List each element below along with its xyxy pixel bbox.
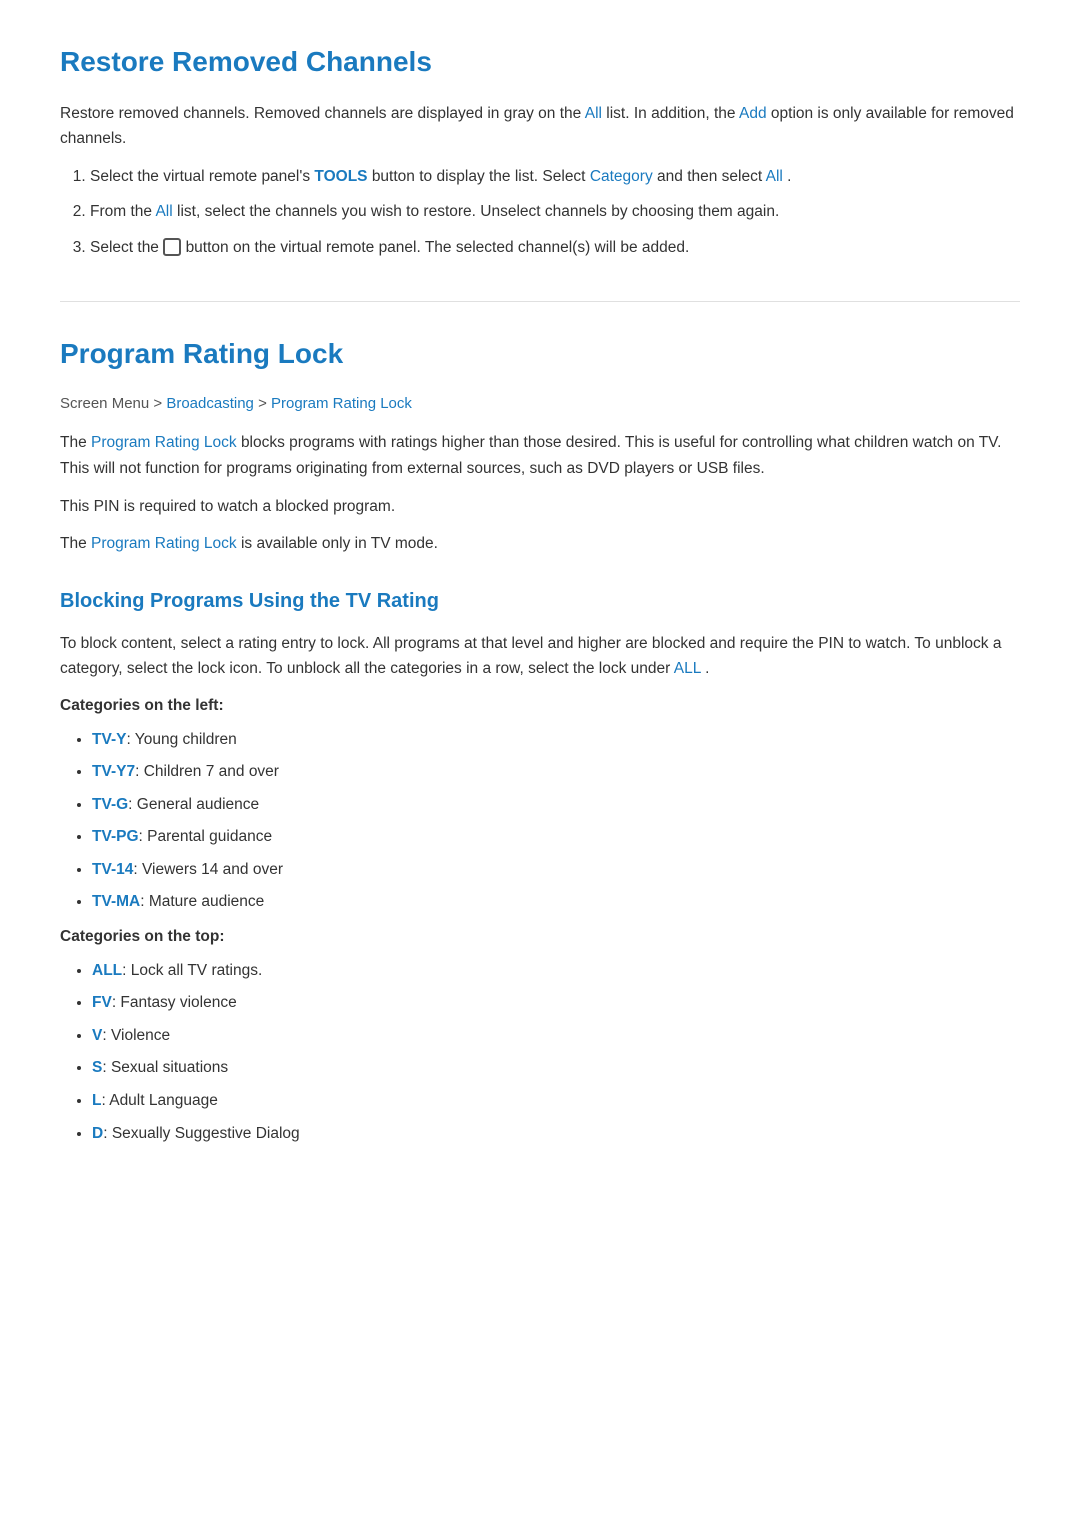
subsection-blocking: Blocking Programs Using the TV Rating To… — [60, 585, 1020, 1146]
section-program-rating-lock: Program Rating Lock Screen Menu > Broadc… — [60, 332, 1020, 1147]
section1-title: Restore Removed Channels — [60, 40, 1020, 85]
list-item: D: Sexually Suggestive Dialog — [92, 1121, 1020, 1147]
categories-left-list: TV-Y: Young children TV-Y7: Children 7 an… — [92, 727, 1020, 915]
subsection-para1: To block content, select a rating entry … — [60, 631, 1020, 682]
list-item: TV-14: Viewers 14 and over — [92, 857, 1020, 883]
list-item: TV-MA: Mature audience — [92, 889, 1020, 915]
section-divider — [60, 301, 1020, 302]
categories-top-list: ALL: Lock all TV ratings. FV: Fantasy vio… — [92, 958, 1020, 1146]
section2-title: Program Rating Lock — [60, 332, 1020, 377]
categories-left-label: Categories on the left: — [60, 694, 1020, 719]
step-1: Select the virtual remote panel's TOOLS … — [90, 164, 1020, 190]
subsection-title: Blocking Programs Using the TV Rating — [60, 585, 1020, 617]
section1-intro: Restore removed channels. Removed channe… — [60, 101, 1020, 152]
step-2: From the All list, select the channels y… — [90, 199, 1020, 225]
pin-icon — [163, 238, 181, 256]
section2-para3: The Program Rating Lock is available onl… — [60, 531, 1020, 557]
section2-para2: This PIN is required to watch a blocked … — [60, 494, 1020, 520]
list-item: TV-Y7: Children 7 and over — [92, 759, 1020, 785]
step-3: Select the button on the virtual remote … — [90, 235, 1020, 261]
section2-para1: The Program Rating Lock blocks programs … — [60, 430, 1020, 481]
list-item: S: Sexual situations — [92, 1055, 1020, 1081]
list-item: TV-PG: Parental guidance — [92, 824, 1020, 850]
list-item: TV-G: General audience — [92, 792, 1020, 818]
section-restore-channels: Restore Removed Channels Restore removed… — [60, 40, 1020, 261]
list-item: L: Adult Language — [92, 1088, 1020, 1114]
list-item: TV-Y: Young children — [92, 727, 1020, 753]
categories-top-label: Categories on the top: — [60, 925, 1020, 950]
breadcrumb: Screen Menu > Broadcasting > Program Rat… — [60, 392, 1020, 416]
list-item: FV: Fantasy violence — [92, 990, 1020, 1016]
list-item: ALL: Lock all TV ratings. — [92, 958, 1020, 984]
list-item: V: Violence — [92, 1023, 1020, 1049]
section1-steps: Select the virtual remote panel's TOOLS … — [90, 164, 1020, 261]
